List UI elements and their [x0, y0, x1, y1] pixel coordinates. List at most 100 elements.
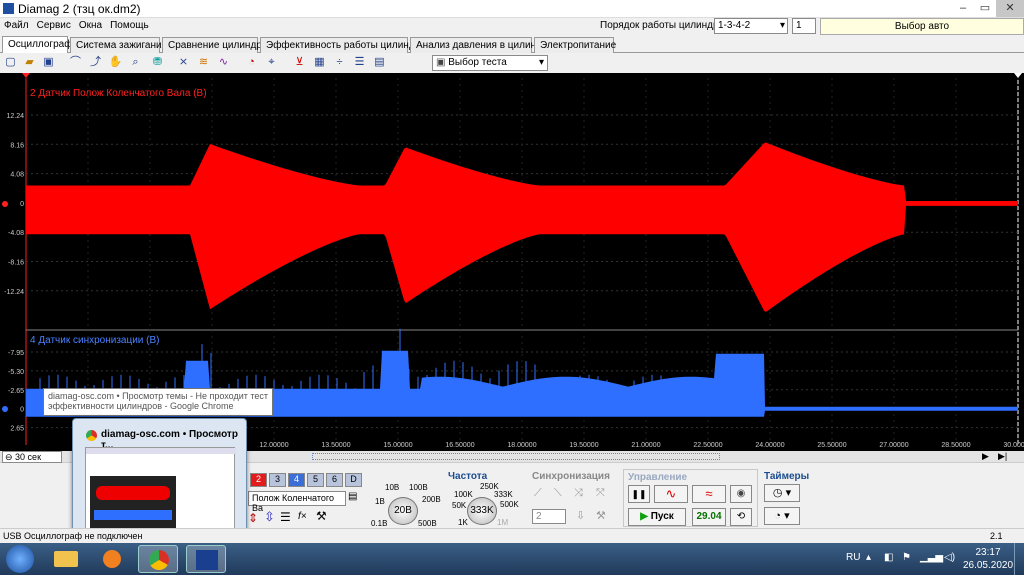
noise-icon[interactable]: ≈ [692, 485, 726, 503]
language-indicator[interactable]: RU [846, 552, 860, 563]
tab-bar: Осциллограф Система зажигания Сравнение … [0, 36, 1024, 54]
marker-icon[interactable]: ⊻ [292, 55, 307, 70]
hand-icon[interactable]: ✋ [108, 55, 123, 70]
start-button[interactable]: ▶ Пуск [628, 508, 686, 526]
rpm-readout: 29.04 [692, 508, 726, 526]
tab-cyl-efficiency[interactable]: Эффективность работы цилиндров [260, 37, 431, 53]
auto-select[interactable]: Выбор авто [820, 18, 1024, 35]
tray-expand-icon[interactable]: ▴ [866, 552, 871, 563]
tools-icon[interactable]: ⚒ [316, 509, 327, 523]
wave-icon[interactable]: ≋ [196, 55, 211, 70]
invert-icon[interactable]: ⇕ [248, 511, 258, 525]
open-folder-icon[interactable]: ▰ [22, 55, 37, 70]
timer-button-2[interactable]: ◔ ▾ [764, 507, 800, 525]
channel-button-d[interactable]: D [345, 473, 362, 487]
left-cursor-handle[interactable] [22, 73, 30, 78]
list-icon[interactable]: ☰ [352, 55, 367, 70]
split-icon[interactable]: ÷ [332, 55, 347, 70]
start-orb-icon[interactable] [6, 545, 34, 573]
clock-date[interactable]: 26.05.2020 [962, 560, 1014, 571]
sync-pulse-icon[interactable]: ⤧ [596, 487, 605, 500]
test-select[interactable]: ▣ Выбор теста ▾ [432, 55, 548, 71]
sensor-edit-icon[interactable]: ▤ [348, 491, 357, 502]
time-window-select[interactable]: ⊖ 30 сек [2, 451, 62, 463]
cylinder-order-select[interactable]: 1-3-4-2 ▾ [714, 18, 788, 34]
menu-help[interactable]: Помощь [106, 18, 153, 31]
timer-button-1[interactable]: ◷ ▾ [764, 484, 800, 502]
show-desktop-button[interactable] [1014, 543, 1024, 575]
taskbar-preview[interactable]: diamag-osc.com • Просмотр т... [72, 418, 247, 539]
frequency-control[interactable]: Частота 250K 100K 333K 50K 500K 1K 1M 33… [448, 469, 523, 527]
tab-pressure[interactable]: Анализ давления в цилиндре [410, 37, 553, 53]
voltage-knob[interactable]: 20В [388, 497, 418, 525]
channel2-zero-marker[interactable] [2, 406, 8, 412]
menu-file[interactable]: Файл [0, 18, 33, 31]
pause-icon[interactable]: ❚❚ [628, 485, 650, 503]
chrome-taskbar-icon[interactable] [138, 545, 178, 573]
auto-icon[interactable]: ◉ [730, 485, 752, 503]
menu-service[interactable]: Сервис [33, 18, 75, 31]
tab-oscilloscope[interactable]: Осциллограф [2, 36, 72, 54]
media-shape [103, 550, 121, 568]
measure-icon[interactable]: ⤴ [88, 55, 103, 70]
scroll-end-icon[interactable]: ▶| [998, 451, 1007, 462]
scale-icon[interactable]: ⨯ [176, 55, 191, 70]
tab-cyl-compare[interactable]: Сравнение цилиндров [162, 37, 273, 53]
save-icon[interactable]: ▣ [41, 55, 56, 70]
filter-icon[interactable]: ⛃ [150, 55, 165, 70]
sync-tool-icon[interactable]: ⚒ [596, 509, 606, 522]
zoom-icon[interactable]: ⌕ [128, 55, 143, 70]
sine-icon[interactable]: ∿ [654, 485, 688, 503]
new-file-icon[interactable]: ▢ [3, 55, 18, 70]
scroll-right-icon[interactable]: ▶ [982, 451, 989, 462]
tray-app-icon[interactable]: ◧ [884, 552, 893, 563]
channel-button-3[interactable]: 3 [269, 473, 286, 487]
tab-power[interactable]: Электропитание [534, 37, 616, 53]
channel-button-4[interactable]: 4 [288, 473, 305, 487]
explorer-icon[interactable] [46, 545, 86, 573]
channel-button-6[interactable]: 6 [326, 473, 343, 487]
flag-icon[interactable]: ⚑ [902, 552, 911, 563]
signal-icon[interactable]: ▁▃▅ [920, 552, 943, 563]
thumb-image [90, 476, 176, 532]
frequency-label: 100K [454, 490, 473, 499]
vertical-scale-icon[interactable]: ⇳ [264, 509, 275, 525]
auto-sync-icon[interactable]: ⟲ [730, 508, 752, 526]
media-player-icon[interactable] [92, 545, 132, 573]
sync-channel-value: 2 [536, 511, 542, 522]
tab-label: Эффективность работы цилиндров [266, 40, 432, 51]
spectrum-icon[interactable]: ∿ [216, 55, 231, 70]
speed-icon[interactable]: ◔ [244, 55, 259, 70]
cylinder-number-stepper[interactable]: 1 [792, 18, 816, 34]
cursor-icon[interactable]: ⌒ [68, 55, 83, 70]
time-tick-label: 13.50000 [321, 442, 350, 449]
tab-ignition[interactable]: Система зажигания [70, 37, 167, 53]
channel-button-2[interactable]: 2 [250, 473, 267, 487]
diamag-taskbar-icon[interactable] [186, 545, 226, 573]
cursor-set-icon[interactable]: ⌖ [264, 55, 279, 70]
sync-down-icon[interactable]: ⇩ [576, 509, 585, 522]
menu-windows[interactable]: Окна [75, 18, 106, 31]
table-icon[interactable]: ▦ [312, 55, 327, 70]
right-cursor-handle[interactable] [1014, 73, 1022, 78]
voltage-control[interactable]: 10В 100В 1В 200В 0.1В 500В 20В [365, 471, 441, 528]
sync-channel-select[interactable]: 2 [532, 509, 566, 524]
note-icon[interactable]: ▤ [372, 55, 387, 70]
diamag-logo-shape [196, 550, 218, 570]
frequency-knob[interactable]: 333K [467, 497, 497, 525]
sync-rise-icon[interactable]: ⟋ [534, 487, 542, 500]
clock-time[interactable]: 23:17 [968, 547, 1008, 558]
timer-icon: ⊖ [5, 452, 16, 462]
lines-icon[interactable]: ☰ [280, 510, 291, 524]
volume-icon[interactable]: ◁) [944, 552, 955, 563]
function-icon[interactable]: f× [298, 511, 307, 522]
scroll-thumb[interactable] [312, 453, 720, 460]
channel1-zero-marker[interactable] [2, 201, 8, 207]
sync-both-icon[interactable]: ⤨ [574, 487, 583, 500]
close-icon[interactable]: ✕ [996, 0, 1024, 17]
sync-fall-icon[interactable]: ⟍ [554, 487, 562, 500]
channel-button-5[interactable]: 5 [307, 473, 324, 487]
maximize-icon[interactable]: ▭ [974, 0, 996, 17]
minimize-icon[interactable]: – [952, 0, 974, 17]
sensor-select[interactable]: Полож Коленчатого Ва [248, 491, 346, 513]
